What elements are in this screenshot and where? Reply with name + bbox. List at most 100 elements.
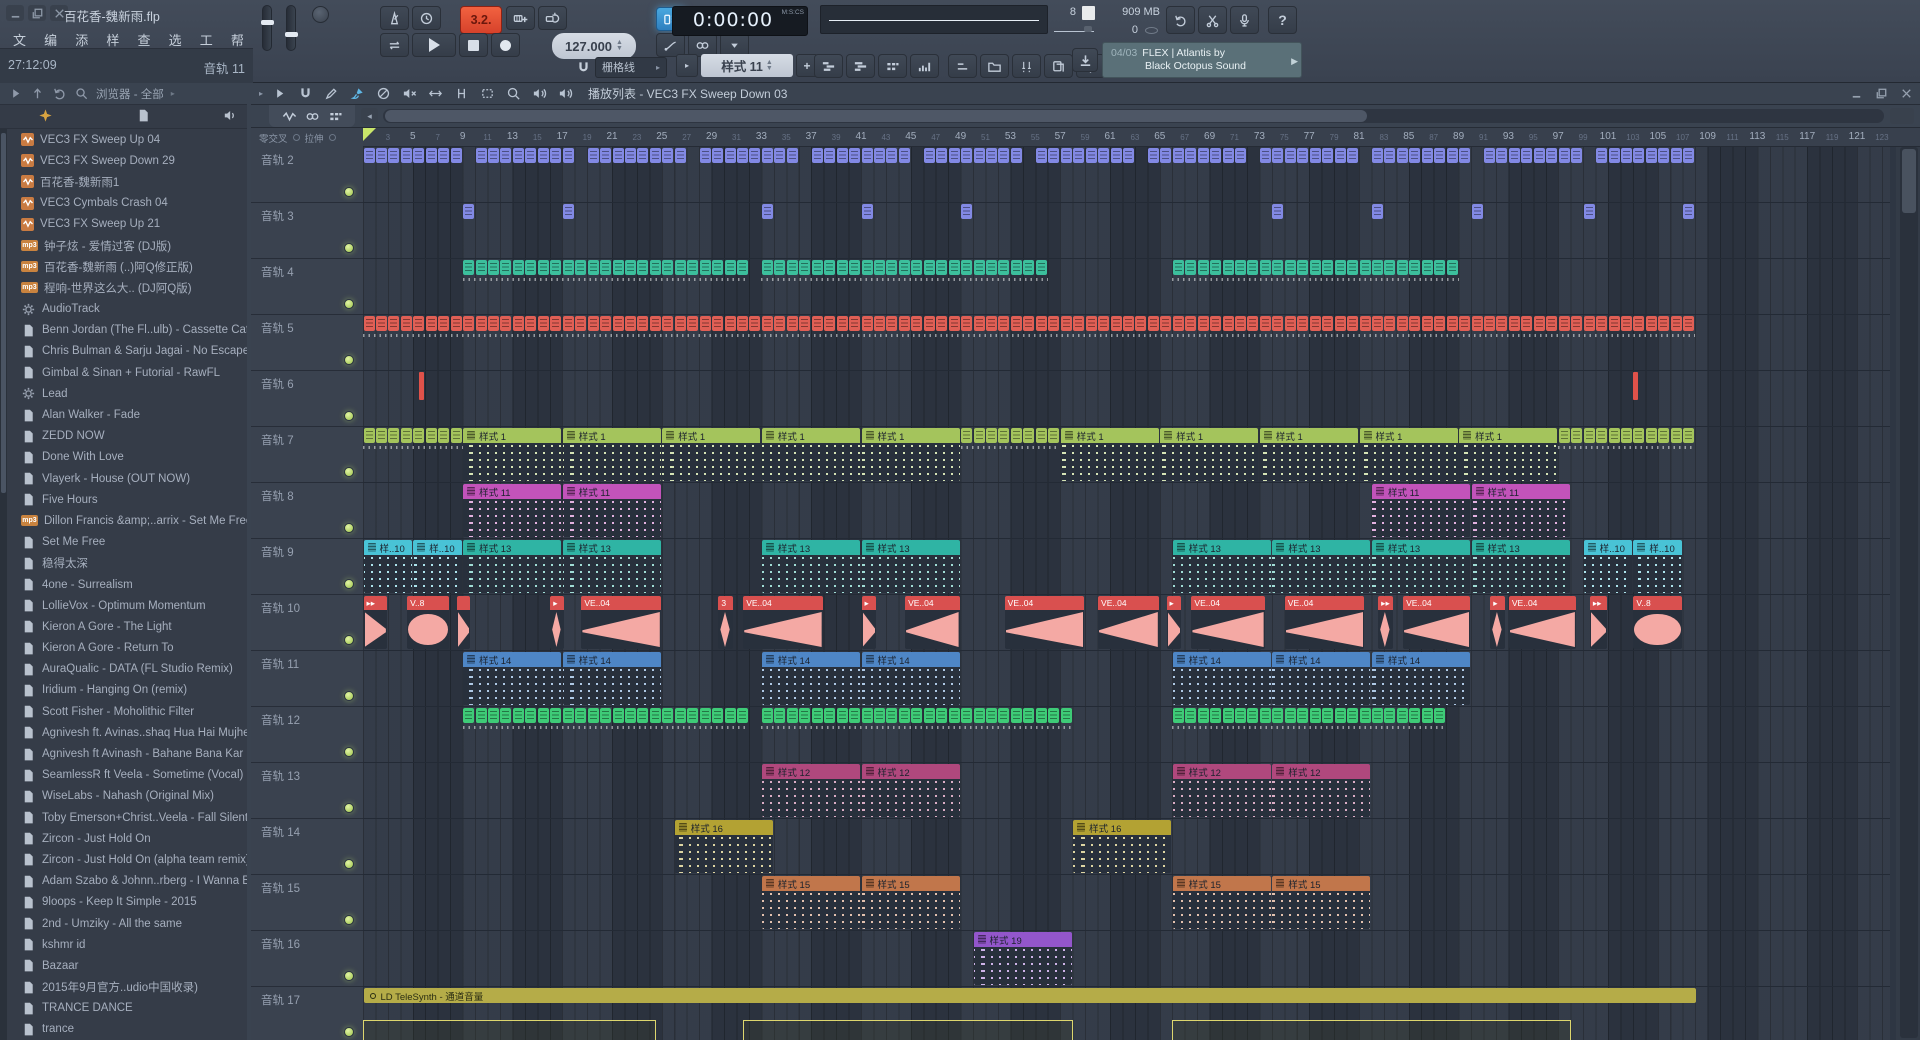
audio-clip[interactable]: VE..04	[743, 596, 822, 649]
mini-clip[interactable]	[426, 316, 437, 331]
audio-clip[interactable]: ▸▸	[1590, 596, 1607, 649]
mini-clip[interactable]	[1173, 260, 1184, 275]
automation-shape[interactable]	[363, 1020, 656, 1040]
browser-item[interactable]: 2015年9月官方..udio中国收录)	[7, 977, 247, 998]
mini-clip[interactable]	[675, 316, 686, 331]
pattern-clip[interactable]: 样式 12	[762, 764, 860, 817]
track-mute-led[interactable]	[344, 915, 354, 925]
mini-clip[interactable]	[774, 316, 785, 331]
mini-clip[interactable]	[1372, 708, 1383, 723]
mini-clip[interactable]	[974, 260, 985, 275]
mini-clip[interactable]	[961, 260, 972, 275]
pattern-clip[interactable]: 样式 12	[1173, 764, 1271, 817]
mini-clip[interactable]	[1683, 316, 1694, 331]
mini-clip[interactable]	[1173, 708, 1184, 723]
mini-clip[interactable]	[1521, 148, 1532, 163]
mini-clip[interactable]	[613, 708, 624, 723]
mini-clip[interactable]	[824, 708, 835, 723]
mini-clip[interactable]	[600, 148, 611, 163]
track-header-16[interactable]: 音轨 16	[251, 931, 363, 987]
mini-clip[interactable]	[812, 316, 823, 331]
mini-clip[interactable]	[525, 708, 536, 723]
mini-clip[interactable]	[911, 260, 922, 275]
pattern-clip[interactable]: 样式 12	[862, 764, 960, 817]
mini-clip[interactable]	[650, 260, 661, 275]
mini-clip[interactable]	[812, 708, 823, 723]
mini-clip[interactable]	[1521, 316, 1532, 331]
mini-clip[interactable]	[637, 316, 648, 331]
window-restore-button[interactable]	[28, 5, 46, 21]
mini-clip[interactable]	[426, 428, 437, 443]
mini-clip[interactable]	[463, 260, 474, 275]
step-seq-icon[interactable]	[328, 109, 343, 124]
mini-clip[interactable]	[849, 708, 860, 723]
audio-clip[interactable]	[457, 596, 470, 649]
track-lane[interactable]: 样式 11样式 11样式 11样式 11	[363, 483, 1890, 539]
timeline-ruler[interactable]: 零交叉 拉伸 591317212529333741454953576165697…	[251, 128, 1920, 147]
track-mute-led[interactable]	[344, 243, 354, 253]
track-mute-led[interactable]	[344, 803, 354, 813]
mini-clip[interactable]	[1397, 260, 1408, 275]
pattern-clip[interactable]: 样..10	[364, 540, 412, 593]
pattern-clip[interactable]: 样式 1	[1360, 428, 1458, 481]
mini-clip[interactable]	[413, 148, 424, 163]
pattern-clip[interactable]: 样式 14	[1272, 652, 1370, 705]
mini-clip[interactable]	[1061, 148, 1072, 163]
mini-clip[interactable]	[1671, 428, 1682, 443]
mini-clip[interactable]	[874, 260, 885, 275]
mini-clip[interactable]	[1123, 316, 1134, 331]
mini-clip[interactable]	[1111, 148, 1122, 163]
mini-clip[interactable]	[1571, 148, 1582, 163]
mini-clip[interactable]	[886, 316, 897, 331]
record-button[interactable]	[491, 33, 520, 57]
browser-item[interactable]: Benn Jordan (The Fl..ulb) - Cassette Caf…	[7, 320, 247, 341]
mini-clip[interactable]	[837, 316, 848, 331]
mini-clip[interactable]	[799, 708, 810, 723]
mini-clip[interactable]	[725, 260, 736, 275]
up-icon[interactable]	[30, 86, 45, 101]
pattern-prev-button[interactable]: ▸	[676, 54, 698, 77]
kb-plus-button[interactable]	[506, 6, 535, 30]
mini-clip[interactable]	[700, 260, 711, 275]
mini-clip[interactable]	[1658, 428, 1669, 443]
mini-clip[interactable]	[862, 204, 873, 219]
pattern-clip[interactable]: 样式 1	[1459, 428, 1557, 481]
pattern-clip[interactable]: 样式 15	[862, 876, 960, 929]
mini-clip[interactable]	[762, 708, 773, 723]
mini-clip[interactable]	[924, 260, 935, 275]
mini-clip[interactable]	[588, 148, 599, 163]
mini-clip[interactable]	[799, 260, 810, 275]
mini-clip[interactable]	[899, 708, 910, 723]
mini-clip[interactable]	[451, 428, 462, 443]
mini-clip[interactable]	[662, 148, 673, 163]
mini-clip[interactable]	[1447, 148, 1458, 163]
mini-clip[interactable]	[949, 316, 960, 331]
mini-clip[interactable]	[1297, 316, 1308, 331]
mini-clip[interactable]	[1534, 316, 1545, 331]
audio-clip[interactable]: VE..04	[1285, 596, 1364, 649]
mini-clip[interactable]	[1434, 260, 1445, 275]
mini-clip[interactable]	[575, 260, 586, 275]
mini-clip[interactable]	[1310, 148, 1321, 163]
scissors-button[interactable]	[1198, 6, 1227, 34]
track-header-13[interactable]: 音轨 13	[251, 763, 363, 819]
mini-clip[interactable]	[936, 708, 947, 723]
mini-clip[interactable]	[1384, 260, 1395, 275]
mini-clip[interactable]	[874, 316, 885, 331]
browser-tab-file-page[interactable]	[136, 108, 151, 123]
mini-clip[interactable]	[749, 316, 760, 331]
mini-clip[interactable]	[862, 708, 873, 723]
browser-item[interactable]: AudioTrack	[7, 299, 247, 320]
time-display[interactable]: 0:00:00 M:S:CS	[672, 6, 808, 36]
mini-clip[interactable]	[1235, 708, 1246, 723]
mini-clip[interactable]	[563, 260, 574, 275]
mini-clip[interactable]	[1036, 148, 1047, 163]
pl-tool-tri-right[interactable]	[272, 86, 287, 101]
pl-tool-mute[interactable]	[402, 86, 417, 101]
mini-clip[interactable]	[712, 148, 723, 163]
undo-icon[interactable]	[52, 86, 67, 101]
tempo-steppers[interactable]: ▲▼	[616, 40, 623, 52]
browser-item[interactable]: 9loops - Keep It Simple - 2015	[7, 892, 247, 913]
metronome-button[interactable]	[380, 6, 409, 30]
mini-clip[interactable]	[1148, 148, 1159, 163]
